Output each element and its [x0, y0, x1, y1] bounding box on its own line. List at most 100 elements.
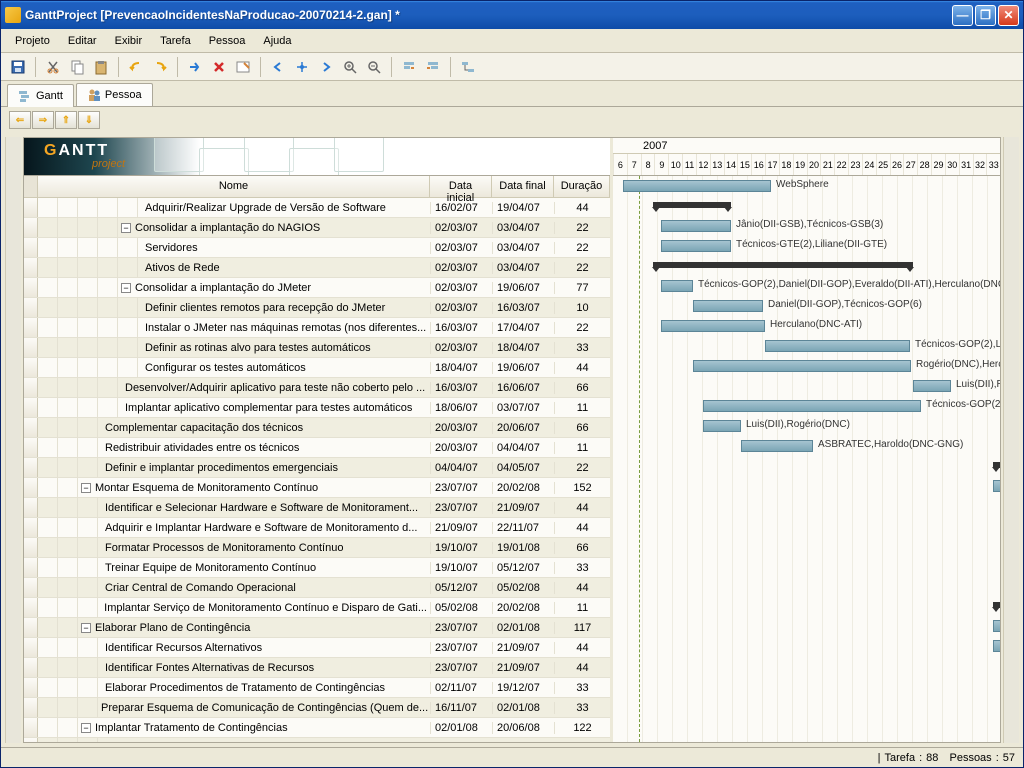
gantt-bar[interactable]: Herculano(DNC-ATI)	[661, 320, 765, 332]
menu-ajuda[interactable]: Ajuda	[255, 33, 299, 49]
table-row[interactable]: Configurar os testes automáticos18/04/07…	[24, 358, 610, 378]
table-row[interactable]: Definir e implantar procedimentos emerge…	[24, 458, 610, 478]
table-row[interactable]: Elaborar Procedimentos de Tratamento de …	[24, 678, 610, 698]
gantt-bar[interactable]	[993, 640, 1000, 652]
table-row[interactable]: −Montar Esquema de Monitoramento Contínu…	[24, 478, 610, 498]
tree-toggle-icon[interactable]: −	[81, 623, 91, 633]
table-row[interactable]: Preparar Esquema de Comunicação de Conti…	[24, 698, 610, 718]
zoom-out-icon[interactable]	[363, 56, 385, 78]
paste-icon[interactable]	[90, 56, 112, 78]
gantt-bar[interactable]: Técnicos-GOP(23),Rita(D	[703, 400, 921, 412]
task-grid-pane: GANTT project Nome Data inicial Data fin…	[24, 138, 610, 742]
tree-toggle-icon[interactable]: −	[121, 223, 131, 233]
minimize-button[interactable]: —	[952, 5, 973, 26]
timeline-day: 21	[820, 154, 834, 175]
task-duration: 22	[554, 322, 610, 334]
copy-icon[interactable]	[66, 56, 88, 78]
tree-toggle-icon[interactable]: −	[81, 723, 91, 733]
table-row[interactable]: Complementar capacitação dos técnicos20/…	[24, 418, 610, 438]
menu-tarefa[interactable]: Tarefa	[152, 33, 199, 49]
table-row[interactable]: Formatar Processos de Monitoramento Cont…	[24, 538, 610, 558]
table-row[interactable]: Definir clientes remotos para recepção d…	[24, 298, 610, 318]
left-scrollbar[interactable]	[5, 137, 21, 743]
table-row[interactable]: Criar Central de Comando Operacional05/1…	[24, 578, 610, 598]
table-row[interactable]: Servidores02/03/0703/04/0722	[24, 238, 610, 258]
gantt-bar[interactable]	[653, 202, 731, 208]
nav-forward-icon[interactable]: ⇒	[32, 111, 54, 129]
gantt-bar[interactable]: Técnicos-GOP(2),Luciano	[765, 340, 910, 352]
table-row[interactable]: −Elaborar Plano de Contingência23/07/070…	[24, 618, 610, 638]
table-row[interactable]: Identificar e Selecionar Hardware e Soft…	[24, 498, 610, 518]
table-row[interactable]: −Consolidar a implantação do NAGIOS02/03…	[24, 218, 610, 238]
gantt-bar[interactable]: Luis(DII),Rogério(DI	[913, 380, 951, 392]
table-row[interactable]: Definir as rotinas alvo para testes auto…	[24, 338, 610, 358]
menu-editar[interactable]: Editar	[60, 33, 105, 49]
center-icon[interactable]	[291, 56, 313, 78]
table-row[interactable]: Redistribuir atividades entre os técnico…	[24, 438, 610, 458]
gantt-bar[interactable]	[993, 620, 1000, 632]
nav-up-icon[interactable]: ⇑	[55, 111, 77, 129]
col-nome[interactable]: Nome	[38, 176, 430, 197]
gantt-row	[613, 256, 1000, 276]
menu-exibir[interactable]: Exibir	[107, 33, 151, 49]
new-task-icon[interactable]	[184, 56, 206, 78]
maximize-button[interactable]: ❐	[975, 5, 996, 26]
unindent-icon[interactable]	[398, 56, 420, 78]
gantt-row	[613, 556, 1000, 576]
gantt-bar[interactable]: ASBRATEC,Haroldo(DNC-GNG)	[741, 440, 813, 452]
gantt-bar[interactable]: Técnicos-GTE(2),Liliane(DII-GTE)	[661, 240, 731, 252]
scroll-right-icon[interactable]	[315, 56, 337, 78]
table-row[interactable]: Identificar Fontes Alternativas de Recur…	[24, 658, 610, 678]
col-data-inicial[interactable]: Data inicial	[430, 176, 492, 197]
zoom-in-icon[interactable]	[339, 56, 361, 78]
nav-back-icon[interactable]: ⇐	[9, 111, 31, 129]
task-duration: 33	[554, 682, 610, 694]
tree-toggle-icon[interactable]: −	[121, 283, 131, 293]
close-button[interactable]: ✕	[998, 5, 1019, 26]
table-row[interactable]: Implantar Serviço de Monitoramento Contí…	[24, 598, 610, 618]
scroll-left-icon[interactable]	[267, 56, 289, 78]
save-icon[interactable]	[7, 56, 29, 78]
table-row[interactable]: Identificar Recursos Alternativos23/07/0…	[24, 638, 610, 658]
gantt-bar[interactable]	[993, 462, 1000, 468]
table-row[interactable]: Ativos de Rede02/03/0703/04/0722	[24, 258, 610, 278]
properties-icon[interactable]	[232, 56, 254, 78]
col-duracao[interactable]: Duração	[554, 176, 610, 197]
tab-pessoa[interactable]: Pessoa	[76, 83, 153, 106]
gantt-bar[interactable]	[653, 262, 913, 268]
timeline-day: 32	[973, 154, 987, 175]
delete-task-icon[interactable]	[208, 56, 230, 78]
gantt-bar[interactable]: Jânio(DII-GSB),Técnicos-GSB(3)	[661, 220, 731, 232]
table-row[interactable]: −Consolidar a implantação do JMeter02/03…	[24, 278, 610, 298]
gantt-bar[interactable]	[993, 480, 1000, 492]
menu-pessoa[interactable]: Pessoa	[201, 33, 254, 49]
menu-projeto[interactable]: Projeto	[7, 33, 58, 49]
nav-down-icon[interactable]: ⇓	[78, 111, 100, 129]
gantt-bar[interactable]: WebSphere	[623, 180, 771, 192]
table-row[interactable]: Treinar Equipe de Monitoramento Contínuo…	[24, 558, 610, 578]
tab-gantt[interactable]: Gantt	[7, 84, 74, 107]
gantt-bar[interactable]: Rogério(DNC),Herculano(DI	[693, 360, 911, 372]
table-row[interactable]: Adquirir/Realizar Upgrade de Versão de S…	[24, 198, 610, 218]
table-row[interactable]: Desenvolver/Adquirir aplicativo para tes…	[24, 378, 610, 398]
tree-toggle-icon[interactable]: −	[81, 483, 91, 493]
table-row[interactable]: −Implantar Tratamento de Contingências02…	[24, 718, 610, 738]
cut-icon[interactable]	[42, 56, 64, 78]
task-grid-body[interactable]: Adquirir/Realizar Upgrade de Versão de S…	[24, 198, 610, 742]
undo-icon[interactable]	[125, 56, 147, 78]
link-icon[interactable]	[457, 56, 479, 78]
col-data-final[interactable]: Data final	[492, 176, 554, 197]
gantt-chart-body[interactable]: WebSphere Jânio(DII-GSB),Técnicos-GSB(3) T…	[613, 176, 1000, 742]
gantt-bar[interactable]: Luis(DII),Rogério(DNC)	[703, 420, 741, 432]
gantt-bar[interactable]	[993, 602, 1000, 608]
redo-icon[interactable]	[149, 56, 171, 78]
gantt-bar[interactable]: Daniel(DII-GOP),Técnicos-GOP(6)	[693, 300, 763, 312]
table-row[interactable]: Adquirir e Implantar Hardware e Software…	[24, 518, 610, 538]
table-row[interactable]: Instalar o JMeter nas máquinas remotas (…	[24, 318, 610, 338]
table-row[interactable]: Implantar aplicativo complementar para t…	[24, 398, 610, 418]
table-row[interactable]: Preparar Simulações de Contingências02/0…	[24, 738, 610, 742]
right-scrollbar[interactable]	[1003, 137, 1019, 743]
indent-icon[interactable]	[422, 56, 444, 78]
gantt-row: Luis(DII),Rogério(DNC)	[613, 416, 1000, 436]
gantt-bar[interactable]: Técnicos-GOP(2),Daniel(DII-GOP),Everaldo…	[661, 280, 693, 292]
